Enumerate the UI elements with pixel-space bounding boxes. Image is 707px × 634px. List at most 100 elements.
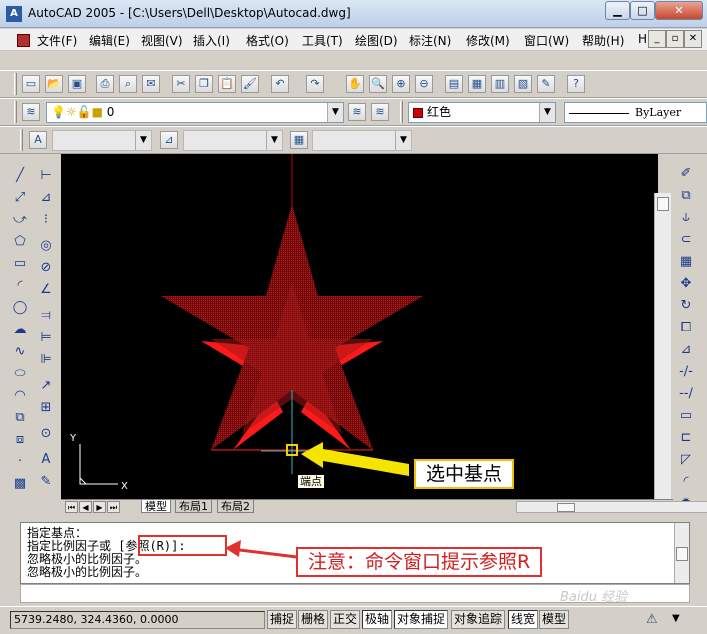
canvas-vertical-scrollbar[interactable] [654,193,671,499]
layer-manager-icon[interactable]: ≋ [22,103,40,121]
chevron-down-icon[interactable]: ▼ [135,131,151,150]
array-icon[interactable]: ▦ [675,251,697,273]
drawing-canvas[interactable]: X Y [61,154,658,499]
break-at-point-icon[interactable]: ▭ [675,405,697,427]
dim-text-edit-icon[interactable]: ✎ [35,471,57,493]
ellipse-arc-icon[interactable]: ◠ [9,385,31,407]
dim-style-icon[interactable]: ⊿ [160,131,178,149]
baseline-dim-icon[interactable]: ⊨ [35,327,57,349]
extend-icon[interactable]: --∕ [675,383,697,405]
spline-icon[interactable]: ∿ [9,341,31,363]
chevron-down-icon[interactable]: ▼ [672,613,686,627]
continue-dim-icon[interactable]: ⊫ [35,349,57,371]
break-icon[interactable]: ⊏ [675,427,697,449]
canvas-horizontal-scrollbar[interactable] [516,501,707,513]
otrack-toggle[interactable]: 对象追踪 [451,610,506,629]
match-properties-icon[interactable]: 🖌 [241,75,259,93]
menu-view[interactable]: 视图(V) [141,32,183,49]
design-center-icon[interactable]: ▦ [468,75,486,93]
close-button[interactable]: ✕ [655,1,703,20]
chevron-down-icon[interactable]: ▼ [266,131,282,150]
toolbar-grip[interactable] [20,129,23,151]
polygon-icon[interactable]: ⬠ [9,231,31,253]
erase-icon[interactable]: ✐ [675,163,697,185]
leader-icon[interactable]: ↗ [35,375,57,397]
menu-window[interactable]: 窗口(W) [524,32,569,49]
layer-combo[interactable]: 💡☼🔓■ 0 ▼ [46,102,344,123]
mirror-icon[interactable]: ⫝ [675,207,697,229]
make-block-icon[interactable]: ⧈ [9,429,31,451]
help-icon[interactable]: ? [567,75,585,93]
last-tab-icon[interactable]: ⏭ [107,501,120,513]
table-style-icon[interactable]: ▦ [290,131,308,149]
menu-insert[interactable]: 插入(I) [193,32,230,49]
hatch-icon[interactable]: ▩ [9,473,31,495]
toolbar-grip[interactable] [14,101,17,123]
grid-toggle[interactable]: 栅格 [298,610,329,629]
menu-help[interactable]: 帮助(H) [582,32,624,49]
tolerance-icon[interactable]: ⊞ [35,397,57,419]
pan-icon[interactable]: ✋ [346,75,364,93]
undo-icon[interactable]: ↶ [271,75,289,93]
circle-icon[interactable]: ◯ [9,297,31,319]
dim-edit-icon[interactable]: A [35,449,57,471]
polyline-icon[interactable]: ⤻ [9,209,31,231]
text-style-icon[interactable]: A [29,131,47,149]
document-icon[interactable] [17,34,30,47]
point-icon[interactable]: · [9,451,31,473]
scroll-thumb[interactable] [557,503,575,512]
first-tab-icon[interactable]: ⏮ [65,501,78,513]
construction-line-icon[interactable]: ⤢ [9,187,31,209]
chamfer-icon[interactable]: ◸ [675,449,697,471]
scale-icon[interactable]: ⧠ [675,317,697,339]
quick-dim-icon[interactable]: ⫤ [35,305,57,327]
text-style-combo[interactable]: ▼ [52,130,152,151]
maximize-button[interactable]: □ [630,1,655,20]
paste-icon[interactable]: 📋 [218,75,236,93]
cut-icon[interactable]: ✂ [172,75,190,93]
menu-file[interactable]: 文件(F) [37,32,77,49]
osnap-toggle[interactable]: 对象捕捉 [394,610,449,629]
scroll-thumb[interactable] [657,197,669,211]
zoom-previous-icon[interactable]: ⊖ [415,75,433,93]
minimize-button[interactable]: ▁ [605,1,630,20]
insert-block-icon[interactable]: ⧉ [9,407,31,429]
radius-dim-icon[interactable]: ◎ [35,235,57,257]
lineweight-toggle[interactable]: 线宽 [508,610,539,629]
prev-tab-icon[interactable]: ◀ [79,501,92,513]
aligned-dim-icon[interactable]: ⊿ [35,187,57,209]
zoom-window-icon[interactable]: ⊕ [392,75,410,93]
toolbar-grip[interactable] [400,101,403,123]
ellipse-icon[interactable]: ⬭ [9,363,31,385]
save-icon[interactable]: ▣ [68,75,86,93]
tool-palettes-icon[interactable]: ▥ [491,75,509,93]
color-combo[interactable]: 红色 ▼ [408,102,556,123]
trim-icon[interactable]: -∕- [675,361,697,383]
model-toggle[interactable]: 模型 [539,610,570,629]
move-icon[interactable]: ✥ [675,273,697,295]
print-icon[interactable]: ⎙ [96,75,114,93]
center-mark-icon[interactable]: ⊙ [35,423,57,445]
ortho-toggle[interactable]: 正交 [330,610,361,629]
print-preview-icon[interactable]: ⌕ [119,75,137,93]
communication-icon[interactable]: ⚠ [646,612,664,628]
snap-toggle[interactable]: 捕捉 [267,610,298,629]
rectangle-icon[interactable]: ▭ [9,253,31,275]
sheet-set-icon[interactable]: ▧ [514,75,532,93]
chevron-down-icon[interactable]: ▼ [539,103,555,122]
linear-dim-icon[interactable]: ⊢ [35,165,57,187]
zoom-realtime-icon[interactable]: 🔍 [369,75,387,93]
properties-icon[interactable]: ▤ [445,75,463,93]
polar-toggle[interactable]: 极轴 [362,610,393,629]
copy-icon[interactable]: ❐ [195,75,213,93]
publish-icon[interactable]: ✉ [142,75,160,93]
tab-layout2[interactable]: 布局2 [217,500,254,513]
toolbar-grip[interactable] [14,73,17,95]
menu-tools[interactable]: 工具(T) [302,32,343,49]
table-style-combo[interactable]: ▼ [312,130,412,151]
open-icon[interactable]: 📂 [45,75,63,93]
next-tab-icon[interactable]: ▶ [93,501,106,513]
markup-icon[interactable]: ✎ [537,75,555,93]
menu-format[interactable]: 格式(O) [246,32,289,49]
offset-icon[interactable]: ⊂ [675,229,697,251]
